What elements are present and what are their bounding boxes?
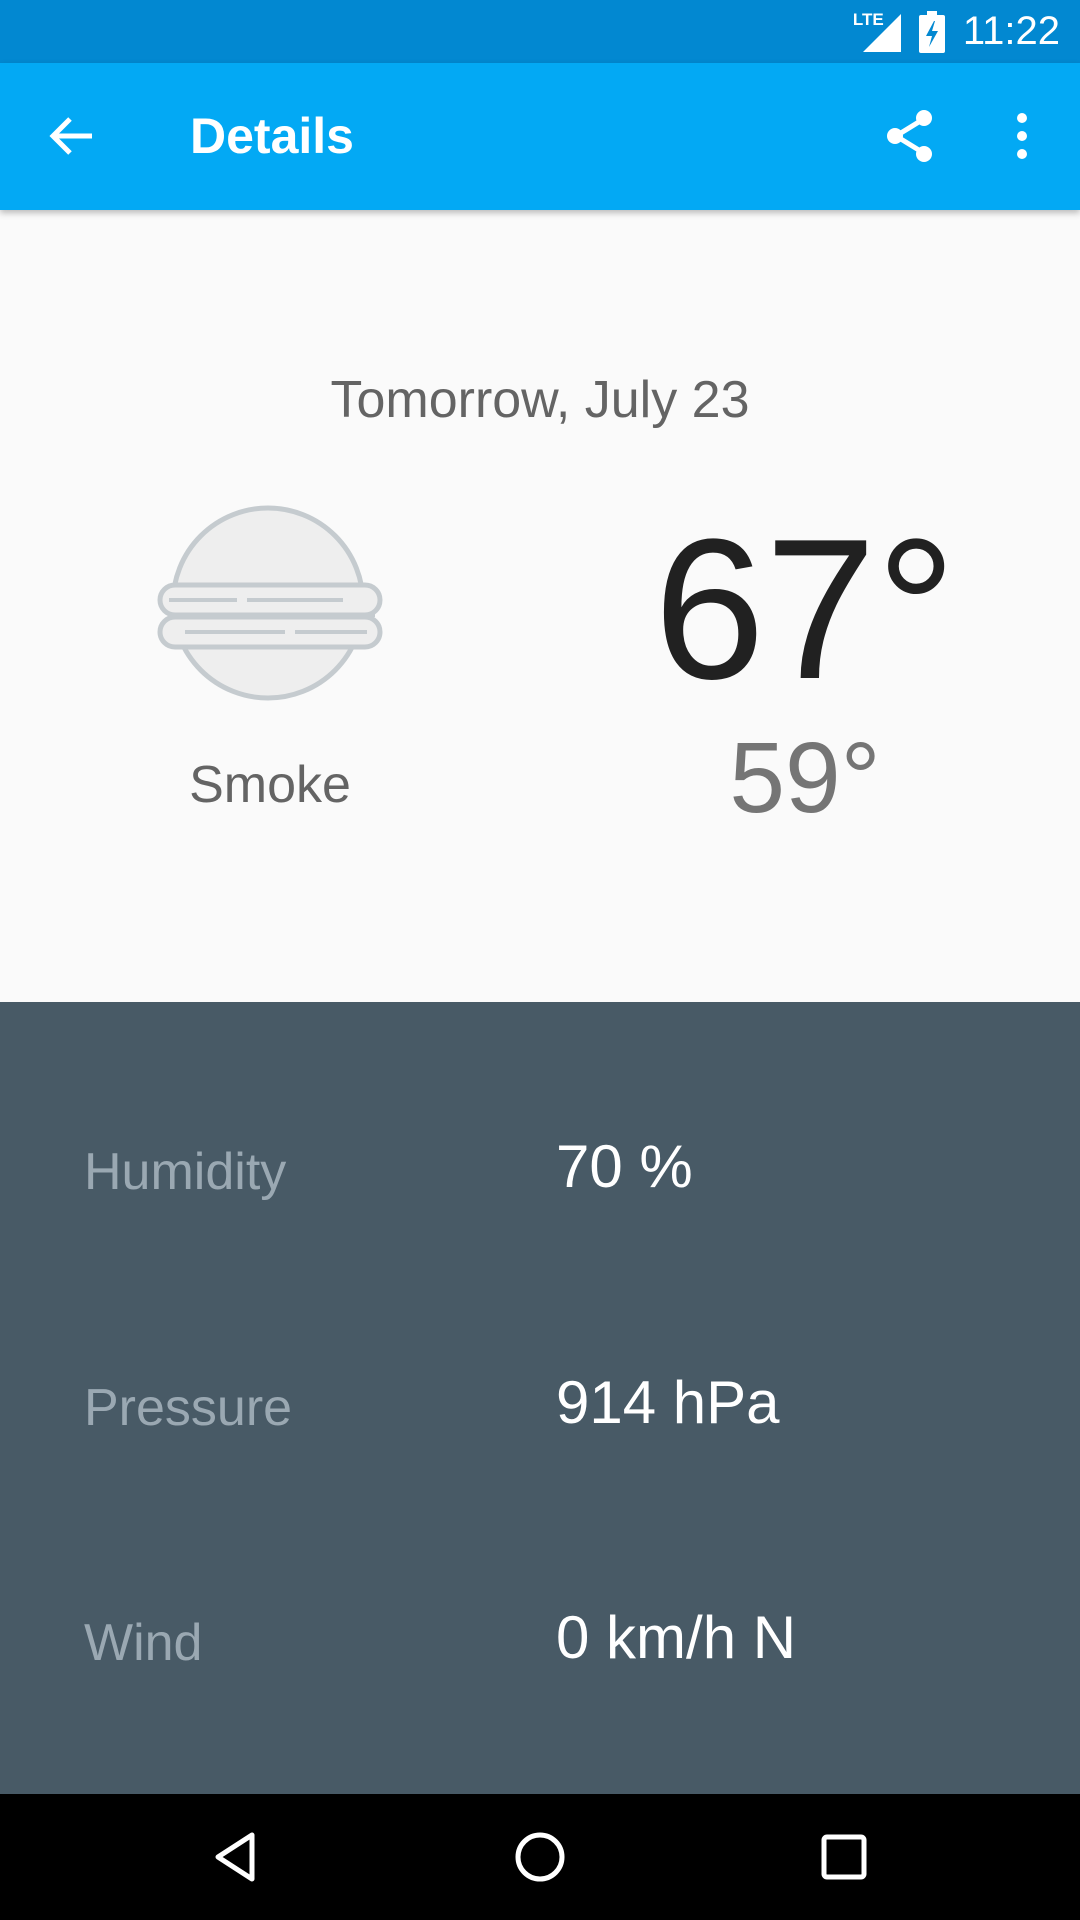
app-bar: Details: [0, 63, 1080, 210]
forecast-date: Tomorrow, July 23: [330, 371, 750, 429]
detail-label: Pressure: [84, 1379, 293, 1437]
back-button[interactable]: [42, 106, 102, 166]
detail-value: 914 hPa: [556, 1369, 780, 1436]
more-vert-icon: [1017, 113, 1027, 159]
detail-value: 70 %: [556, 1133, 693, 1200]
status-bar: LTE 11:22: [0, 0, 1080, 63]
detail-row-humidity: Humidity 70 %: [0, 1102, 1080, 1222]
back-triangle-icon: [215, 1832, 255, 1882]
fog-icon: [155, 505, 385, 705]
recents-square-icon: [821, 1834, 867, 1880]
status-icons: LTE 11:22: [853, 0, 1060, 63]
high-temperature: 67°: [653, 498, 957, 721]
detail-value: 0 km/h N: [556, 1604, 797, 1671]
detail-label: Wind: [84, 1614, 203, 1672]
navigation-bar: [0, 1794, 1080, 1920]
detail-row-pressure: Pressure 914 hPa: [0, 1338, 1080, 1458]
status-time: 11:22: [962, 9, 1060, 53]
share-icon: [887, 110, 932, 162]
detail-label: Humidity: [84, 1143, 287, 1201]
battery-charging-icon: [918, 10, 945, 53]
nav-home-button[interactable]: [510, 1827, 570, 1887]
arrow-back-icon: [49, 117, 92, 155]
more-options-button[interactable]: [1000, 106, 1044, 166]
condition-label: Smoke: [189, 756, 351, 814]
nav-recents-button[interactable]: [814, 1827, 874, 1887]
detail-row-wind: Wind 0 km/h N: [0, 1573, 1080, 1693]
forecast-summary: Tomorrow, July 23 Smoke 67° 59°: [0, 210, 1080, 1002]
share-button[interactable]: [880, 106, 940, 166]
lte-signal-icon: LTE: [853, 10, 901, 52]
nav-back-button[interactable]: [206, 1827, 266, 1887]
home-circle-icon: [515, 1832, 565, 1882]
low-temperature: 59°: [729, 722, 881, 834]
weather-details: Humidity 70 % Pressure 914 hPa Wind 0 km…: [0, 1002, 1080, 1794]
page-title: Details: [190, 108, 354, 164]
network-label: LTE: [852, 9, 884, 29]
